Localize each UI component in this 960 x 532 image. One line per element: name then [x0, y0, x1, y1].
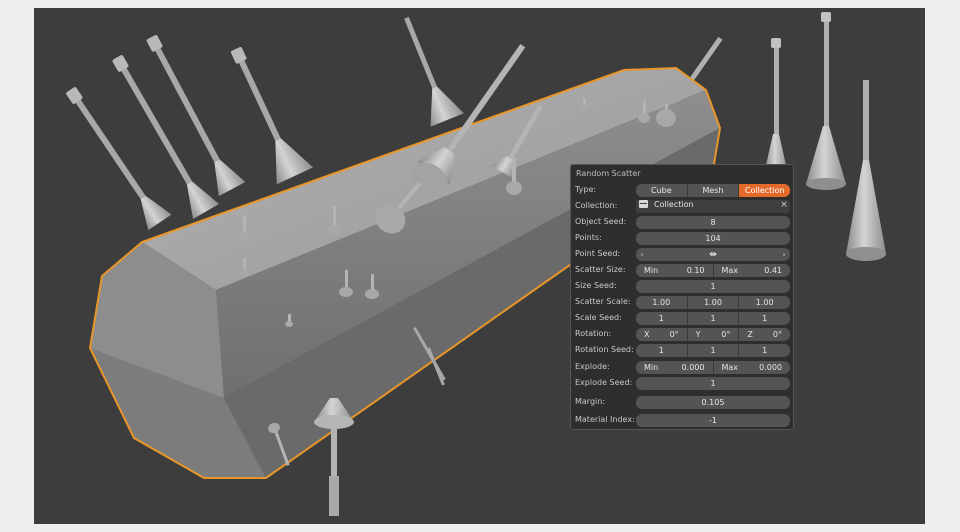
scatter-size-label: Scatter Size:	[575, 265, 626, 274]
margin-value: 0.105	[636, 396, 790, 409]
points-field[interactable]: 104	[636, 232, 790, 245]
close-icon[interactable]: ×	[778, 200, 790, 213]
scale-seed-z[interactable]: 1	[739, 312, 790, 325]
material-index-value: -1	[636, 414, 790, 427]
point-seed-row: Point Seed: ‹ ⇹ ›	[571, 248, 793, 261]
type-selector: Cube Mesh Collection	[636, 184, 790, 197]
scatter-scale-y[interactable]: 1.00	[688, 296, 740, 309]
explode-min-label: Min	[644, 363, 659, 372]
explode-max-field[interactable]: Max 0.000	[714, 361, 791, 374]
type-option-mesh[interactable]: Mesh	[688, 184, 740, 197]
rotation-seed-label: Rotation Seed:	[575, 345, 634, 354]
object-seed-value: 8	[636, 216, 790, 229]
rotation-seed-field: 1 1 1	[636, 344, 790, 357]
material-index-row: Material Index: -1	[571, 414, 793, 427]
point-seed-field[interactable]: ‹ ⇹ ›	[636, 248, 790, 261]
explode-max-label: Max	[721, 363, 739, 372]
type-option-collection[interactable]: Collection	[739, 184, 790, 197]
explode-min-field[interactable]: Min 0.000	[636, 361, 714, 374]
explode-seed-label: Explode Seed:	[575, 378, 633, 387]
rotation-seed-row: Rotation Seed: 1 1 1	[571, 344, 793, 357]
type-label: Type:	[575, 185, 597, 194]
object-seed-field[interactable]: 8	[636, 216, 790, 229]
explode-seed-field[interactable]: 1	[636, 377, 790, 390]
explode-seed-value: 1	[636, 377, 790, 390]
collection-row: Collection: Collection ×	[571, 200, 793, 213]
scale-seed-label: Scale Seed:	[575, 313, 622, 322]
scatter-scale-x[interactable]: 1.00	[636, 296, 688, 309]
type-option-cube[interactable]: Cube	[636, 184, 688, 197]
rotation-z-label: Z	[747, 330, 753, 339]
rotation-row: Rotation: X 0° Y 0° Z 0°	[571, 328, 793, 341]
random-scatter-panel[interactable]: Random Scatter Type: Cube Mesh Collectio…	[570, 164, 794, 430]
rotation-y-field[interactable]: Y 0°	[688, 328, 740, 341]
material-index-field[interactable]: -1	[636, 414, 790, 427]
scatter-size-field: Min 0.10 Max 0.41	[636, 264, 790, 277]
explode-max-value: 0.000	[759, 363, 782, 372]
rotation-seed-y[interactable]: 1	[688, 344, 740, 357]
point-seed-label: Point Seed:	[575, 249, 621, 258]
scatter-size-min-label: Min	[644, 266, 659, 275]
rotation-y-value: 0°	[721, 330, 731, 339]
explode-label: Explode:	[575, 362, 610, 371]
chevron-right-icon[interactable]: ›	[780, 250, 788, 259]
object-seed-row: Object Seed: 8	[571, 216, 793, 229]
points-value: 104	[636, 232, 790, 245]
scatter-size-max-label: Max	[721, 266, 739, 275]
scale-seed-field: 1 1 1	[636, 312, 790, 325]
scatter-scale-row: Scatter Scale: 1.00 1.00 1.00	[571, 296, 793, 309]
scatter-size-max-value: 0.41	[764, 266, 782, 275]
explode-row: Explode: Min 0.000 Max 0.000	[571, 361, 793, 374]
size-seed-label: Size Seed:	[575, 281, 617, 290]
scatter-size-min-field[interactable]: Min 0.10	[636, 264, 714, 277]
rotation-x-value: 0°	[669, 330, 679, 339]
margin-label: Margin:	[575, 397, 606, 406]
rotation-seed-z[interactable]: 1	[739, 344, 790, 357]
resize-cursor-icon: ⇹	[709, 249, 717, 260]
rotation-label: Rotation:	[575, 329, 612, 338]
object-seed-label: Object Seed:	[575, 217, 627, 226]
rotation-z-value: 0°	[772, 330, 783, 339]
panel-title: Random Scatter	[576, 169, 641, 178]
chevron-left-icon[interactable]: ‹	[638, 250, 646, 259]
scatter-size-row: Scatter Size: Min 0.10 Max 0.41	[571, 264, 793, 277]
collection-value: Collection	[654, 200, 694, 209]
collection-icon	[639, 200, 648, 208]
rotation-z-field[interactable]: Z 0°	[739, 328, 790, 341]
3d-viewport[interactable]: Random Scatter Type: Cube Mesh Collectio…	[34, 8, 925, 524]
rotation-y-label: Y	[695, 330, 701, 339]
scatter-size-max-field[interactable]: Max 0.41	[714, 264, 791, 277]
collection-field[interactable]: Collection ×	[636, 200, 790, 213]
size-seed-row: Size Seed: 1	[571, 280, 793, 293]
explode-field: Min 0.000 Max 0.000	[636, 361, 790, 374]
collection-label: Collection:	[575, 201, 618, 210]
material-index-label: Material Index:	[575, 415, 635, 424]
scatter-scale-field: 1.00 1.00 1.00	[636, 296, 790, 309]
margin-row: Margin: 0.105	[571, 396, 793, 409]
scale-seed-row: Scale Seed: 1 1 1	[571, 312, 793, 325]
scatter-size-min-value: 0.10	[686, 266, 705, 275]
scale-seed-x[interactable]: 1	[636, 312, 688, 325]
margin-field[interactable]: 0.105	[636, 396, 790, 409]
rotation-x-field[interactable]: X 0°	[636, 328, 688, 341]
size-seed-field[interactable]: 1	[636, 280, 790, 293]
size-seed-value: 1	[636, 280, 790, 293]
rotation-seed-x[interactable]: 1	[636, 344, 688, 357]
explode-min-value: 0.000	[681, 363, 705, 372]
scatter-scale-label: Scatter Scale:	[575, 297, 631, 306]
rotation-field: X 0° Y 0° Z 0°	[636, 328, 790, 341]
points-row: Points: 104	[571, 232, 793, 245]
scatter-scale-z[interactable]: 1.00	[739, 296, 790, 309]
points-label: Points:	[575, 233, 602, 242]
explode-seed-row: Explode Seed: 1	[571, 377, 793, 390]
rotation-x-label: X	[644, 330, 650, 339]
type-row: Type: Cube Mesh Collection	[571, 184, 793, 197]
scale-seed-y[interactable]: 1	[688, 312, 740, 325]
